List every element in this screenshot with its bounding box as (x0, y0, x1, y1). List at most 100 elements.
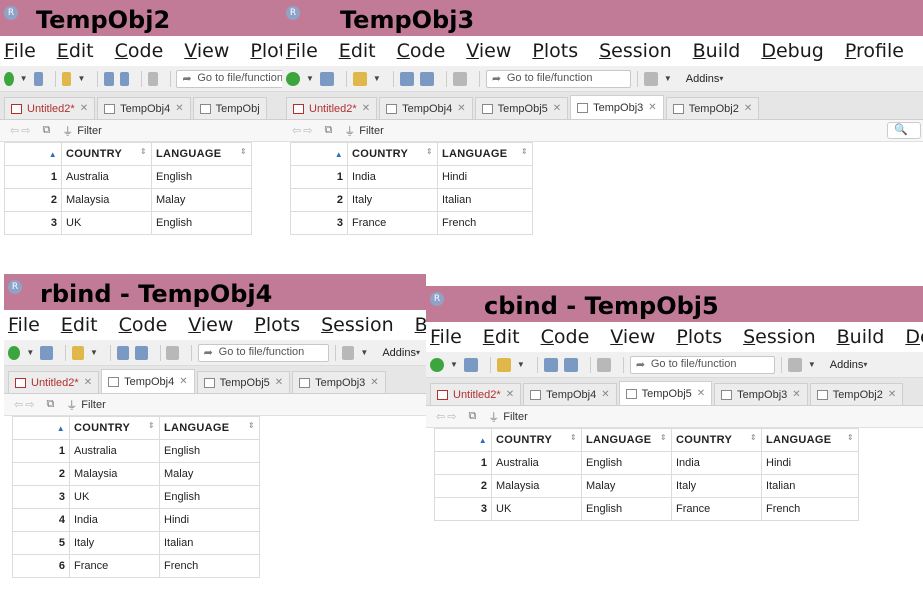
close-tab-icon[interactable]: ✕ (175, 103, 183, 114)
goto-file-input[interactable]: ➦ Go to file/function (176, 69, 290, 88)
new-project-icon[interactable] (33, 71, 44, 86)
close-tab-icon[interactable]: ✕ (362, 103, 370, 114)
print-icon[interactable] (596, 357, 611, 372)
sort-ascending-icon[interactable]: ▲ (12, 416, 70, 440)
close-tab-icon[interactable]: ✕ (553, 103, 561, 114)
column-header[interactable]: LANGUAGE ⇕ (151, 142, 252, 166)
sort-ascending-icon[interactable]: ▲ (434, 428, 492, 452)
sort-icon[interactable]: ⇕ (847, 433, 854, 442)
menu-item-plots[interactable]: Plots (676, 326, 722, 348)
save-icon[interactable] (104, 71, 114, 86)
menu-item-view[interactable]: View (610, 326, 655, 348)
sort-icon[interactable]: ⇕ (426, 147, 433, 156)
tab-tempobj3[interactable]: TempObj3 ✕ (714, 383, 808, 405)
print-icon[interactable] (166, 345, 179, 360)
back-forward-icons[interactable]: ⇦⇨ (14, 398, 36, 411)
close-tab-icon[interactable]: ✕ (744, 103, 752, 114)
grid-layout-icon[interactable] (787, 357, 802, 372)
tab-tempobj5[interactable]: TempObj5 ✕ (196, 371, 291, 393)
save-icon[interactable] (399, 71, 414, 86)
tab-tempobj4[interactable]: TempObj4 ✕ (97, 97, 191, 119)
close-tab-icon[interactable]: ✕ (370, 377, 378, 388)
dropdown-caret-icon[interactable]: ▼ (517, 360, 525, 369)
popout-icon[interactable]: ⧉ (42, 124, 50, 137)
menu-item-code[interactable]: Code (397, 40, 446, 62)
column-header[interactable]: COUNTRY ⇕ (491, 428, 582, 452)
new-file-icon[interactable] (286, 71, 300, 86)
sort-ascending-icon[interactable]: ▲ (4, 142, 62, 166)
back-forward-icons[interactable]: ⇦⇨ (436, 410, 458, 423)
dropdown-caret-icon[interactable]: ▼ (664, 74, 672, 83)
goto-file-input[interactable]: ➦ Go to file/function (197, 343, 330, 362)
menu-item-edit[interactable]: Edit (339, 40, 376, 62)
new-file-icon[interactable] (4, 71, 14, 86)
menu-item-file[interactable]: File (8, 314, 40, 336)
menu-item-view[interactable]: View (466, 40, 511, 62)
tab-tempobj4[interactable]: TempObj4 ✕ (523, 383, 617, 405)
new-project-icon[interactable] (40, 345, 53, 360)
close-tab-icon[interactable]: ✕ (506, 389, 514, 400)
dropdown-caret-icon[interactable]: ▾ (416, 348, 420, 357)
menu-item-file[interactable]: File (430, 326, 462, 348)
addins-menu[interactable]: Addins (830, 359, 864, 371)
menu-item-file[interactable]: File (286, 40, 318, 62)
filter-button-label[interactable]: Filter (503, 411, 527, 423)
dropdown-caret-icon[interactable]: ▼ (450, 360, 458, 369)
menu-item-plots[interactable]: Plots (532, 40, 578, 62)
close-tab-icon[interactable]: ✕ (648, 102, 656, 113)
dropdown-caret-icon[interactable]: ▼ (90, 348, 98, 357)
tab-tempobj2[interactable]: TempObj2 ✕ (809, 383, 904, 405)
sort-icon[interactable]: ⇕ (140, 147, 147, 156)
menu-item-session[interactable]: Session (321, 314, 394, 336)
close-tab-icon[interactable]: ✕ (179, 376, 187, 387)
menu-item-build[interactable]: Build (415, 314, 426, 336)
back-forward-icons[interactable]: ⇦⇨ (10, 124, 32, 137)
search-input[interactable]: 🔍 (887, 122, 921, 139)
tab-tempobj[interactable]: TempObj (192, 97, 267, 119)
menu-item-view[interactable]: View (188, 314, 233, 336)
menu-item-build[interactable]: Build (693, 40, 741, 62)
open-file-icon[interactable] (71, 345, 84, 360)
save-icon[interactable] (543, 357, 558, 372)
filter-button-label[interactable]: Filter (359, 125, 383, 137)
back-forward-icons[interactable]: ⇦⇨ (292, 124, 314, 137)
dropdown-caret-icon[interactable]: ▼ (306, 74, 314, 83)
save-all-icon[interactable] (119, 71, 130, 86)
dropdown-caret-icon[interactable]: ▼ (20, 74, 28, 83)
tab-tempobj5[interactable]: TempObj5 ✕ (474, 97, 569, 119)
tab-untitled2[interactable]: Untitled2* ✕ (4, 97, 96, 119)
new-project-icon[interactable] (463, 357, 478, 372)
sort-icon[interactable]: ⇕ (750, 433, 757, 442)
tab-untitled2[interactable]: Untitled2* ✕ (8, 371, 100, 393)
close-tab-icon[interactable]: ✕ (84, 377, 92, 388)
column-header[interactable]: COUNTRY ⇕ (61, 142, 152, 166)
menu-item-edit[interactable]: Edit (61, 314, 98, 336)
goto-file-input[interactable]: ➦ Go to file/function (629, 355, 775, 374)
filter-icon[interactable]: ⏚ (62, 123, 73, 139)
menu-item-session[interactable]: Session (743, 326, 816, 348)
new-file-icon[interactable] (8, 345, 21, 360)
grid-layout-icon[interactable] (342, 345, 355, 360)
column-header[interactable]: LANGUAGE ⇕ (159, 416, 260, 440)
column-header[interactable]: COUNTRY ⇕ (347, 142, 438, 166)
new-project-icon[interactable] (319, 71, 334, 86)
menu-item-edit[interactable]: Edit (483, 326, 520, 348)
close-tab-icon[interactable]: ✕ (457, 103, 465, 114)
dropdown-caret-icon[interactable]: ▼ (808, 360, 816, 369)
menu-item-profile[interactable]: Profile (845, 40, 904, 62)
close-tab-icon[interactable]: ✕ (601, 389, 609, 400)
sort-icon[interactable]: ⇕ (240, 147, 247, 156)
print-icon[interactable] (148, 71, 158, 86)
tab-tempobj5[interactable]: TempObj5 ✕ (618, 381, 713, 405)
close-tab-icon[interactable]: ✕ (888, 389, 896, 400)
popout-icon[interactable]: ⧉ (468, 410, 476, 423)
tab-tempobj3[interactable]: TempObj3 ✕ (570, 95, 664, 119)
filter-button-label[interactable]: Filter (81, 399, 105, 411)
menu-item-code[interactable]: Code (119, 314, 168, 336)
tab-tempobj3[interactable]: TempObj3 ✕ (292, 371, 386, 393)
column-header[interactable]: COUNTRY ⇕ (69, 416, 160, 440)
menu-item-debug[interactable]: Debug (905, 326, 923, 348)
tab-tempobj4[interactable]: TempObj4 ✕ (379, 97, 473, 119)
open-file-icon[interactable] (496, 357, 511, 372)
save-all-icon[interactable] (563, 357, 578, 372)
